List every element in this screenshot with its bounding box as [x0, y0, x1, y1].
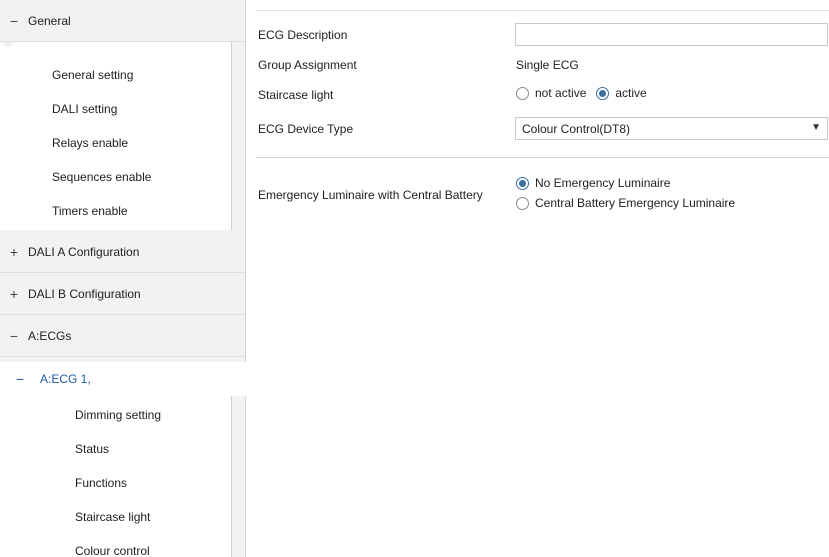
sidebar-section-label: A:ECGs — [28, 328, 72, 343]
sidebar-item-label: Status — [75, 442, 110, 456]
sidebar-item-label: Staircase light — [75, 510, 151, 524]
ecg-description-label: ECG Description — [258, 28, 348, 42]
sidebar-item-label: Dimming setting — [75, 408, 162, 422]
radio-label: No Emergency Luminaire — [535, 176, 671, 190]
sidebar-item-label: Timers enable — [52, 204, 128, 218]
radio-checked-icon[interactable] — [596, 86, 610, 100]
collapse-icon: − — [9, 327, 19, 344]
sidebar-section-label: DALI B Configuration — [28, 286, 141, 301]
sidebar-item-label: Relays enable — [52, 136, 129, 150]
sidebar-item-label: Sequences enable — [52, 170, 152, 184]
sidebar-section-general[interactable]: − General — [0, 0, 245, 42]
staircase-light-label: Staircase light — [258, 88, 334, 102]
staircase-light-radio-group: not active active — [516, 86, 647, 100]
sidebar-item-general-setting[interactable]: General setting — [0, 58, 231, 92]
sidebar-item-dali-setting[interactable]: DALI setting — [0, 92, 231, 126]
sidebar-item-label: General setting — [52, 68, 134, 82]
ecg-device-type-select[interactable]: Colour Control(DT8) ▼ — [515, 117, 828, 140]
group-assignment-value: Single ECG — [516, 58, 579, 72]
general-submenu: General setting DALI setting Relays enab… — [0, 42, 232, 230]
sidebar-item-dimming-setting[interactable]: Dimming setting — [0, 398, 231, 432]
sidebar-section-label: DALI A Configuration — [28, 244, 140, 259]
pointer-notch — [0, 42, 16, 48]
ecg1-submenu: Dimming setting Status Functions Stairca… — [0, 396, 232, 557]
sidebar-section-a-ecgs[interactable]: − A:ECGs — [0, 315, 245, 357]
sidebar-item-label: Colour control — [75, 544, 150, 557]
sidebar-item-staircase-light[interactable]: Staircase light — [0, 500, 231, 534]
ecg-description-input[interactable] — [515, 23, 828, 46]
radio-label: active — [615, 86, 647, 100]
top-divider — [256, 10, 829, 11]
chevron-down-icon[interactable]: ▼ — [811, 122, 821, 133]
sidebar-section-label: General — [28, 13, 71, 28]
sidebar-item-label: DALI setting — [52, 102, 118, 116]
ecg-device-type-label: ECG Device Type — [258, 122, 354, 136]
sidebar-item-colour-control[interactable]: Colour control — [0, 534, 231, 557]
sidebar-item-relays-enable[interactable]: Relays enable — [0, 126, 231, 160]
sidebar-section-dali-b[interactable]: + DALI B Configuration — [0, 273, 245, 315]
sidebar-item-label: Functions — [75, 476, 128, 490]
expand-icon: + — [9, 243, 19, 260]
collapse-icon: − — [9, 12, 19, 29]
parameter-panel: ECG Description Group Assignment Single … — [246, 0, 829, 557]
sidebar-item-label: A:ECG 1, — [40, 372, 91, 386]
central-battery-option[interactable]: Central Battery Emergency Luminaire — [516, 196, 735, 210]
sidebar-item-sequences-enable[interactable]: Sequences enable — [0, 160, 231, 194]
staircase-active-option[interactable]: active — [596, 86, 647, 100]
staircase-not-active-option[interactable]: not active — [516, 86, 586, 100]
radio-label: not active — [535, 86, 587, 100]
emergency-radio-group: No Emergency Luminaire Central Battery E… — [516, 176, 735, 210]
expand-icon: + — [9, 285, 19, 302]
sidebar-item-functions[interactable]: Functions — [0, 466, 231, 500]
select-value: Colour Control(DT8) — [522, 121, 631, 136]
collapse-icon: − — [15, 371, 25, 387]
emergency-luminaire-label: Emergency Luminaire with Central Battery — [258, 188, 483, 202]
sidebar-item-timers-enable[interactable]: Timers enable — [0, 194, 231, 228]
sidebar-section-dali-a[interactable]: + DALI A Configuration — [0, 231, 245, 273]
section-divider — [256, 157, 829, 158]
sidebar: − General General setting DALI setting R… — [0, 0, 246, 557]
radio-checked-icon[interactable] — [516, 176, 529, 190]
sidebar-item-status[interactable]: Status — [0, 432, 231, 466]
radio-label: Central Battery Emergency Luminaire — [535, 196, 736, 210]
radio-unchecked-icon[interactable] — [516, 196, 529, 210]
group-assignment-label: Group Assignment — [258, 58, 357, 72]
sidebar-item-a-ecg-1[interactable]: − A:ECG 1, — [0, 362, 246, 396]
no-emergency-option[interactable]: No Emergency Luminaire — [516, 176, 735, 190]
radio-unchecked-icon[interactable] — [516, 86, 529, 100]
